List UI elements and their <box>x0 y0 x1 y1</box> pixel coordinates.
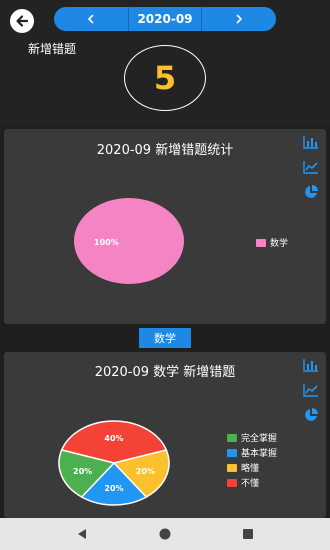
legend-item-mostly-mastered[interactable]: 基本掌握 <box>227 445 277 460</box>
back-arrow-icon <box>16 15 29 27</box>
system-navigation-bar <box>0 518 330 550</box>
legend-item-fully-mastered[interactable]: 完全掌握 <box>227 430 277 445</box>
subject-tab-math[interactable]: 数学 <box>139 328 191 348</box>
pie-data-label: 100% <box>94 238 119 247</box>
prev-month-button[interactable] <box>54 7 128 31</box>
pie-data-label: 20% <box>136 467 155 476</box>
new-mistakes-label: 新增错题 <box>28 42 77 56</box>
month-selector: 2020-09 <box>54 7 276 31</box>
legend-swatch <box>227 463 237 472</box>
pie-slice-math <box>74 198 184 284</box>
subject-pie-chart: 100% <box>74 198 184 284</box>
header: 2020-09 新增错题 5 <box>0 0 330 125</box>
stats-panel: 2020-09 新增错题统计 100% 数学 <box>4 129 326 324</box>
legend-label: 完全掌握 <box>241 434 278 444</box>
pie-data-label: 40% <box>104 434 123 443</box>
recents-square-icon[interactable] <box>241 527 255 541</box>
legend-item-slightly-understood[interactable]: 略懂 <box>227 460 277 475</box>
legend-swatch <box>227 478 237 487</box>
current-month[interactable]: 2020-09 <box>128 7 202 31</box>
count-value: 5 <box>153 59 177 97</box>
legend-label: 略懂 <box>241 464 260 474</box>
back-triangle-icon[interactable] <box>75 527 89 541</box>
pie-data-label: 20% <box>73 467 92 476</box>
mastery-legend: 完全掌握 基本掌握 略懂 不懂 <box>227 430 277 490</box>
next-month-button[interactable] <box>202 7 276 31</box>
home-circle-icon[interactable] <box>158 527 172 541</box>
pie-data-label: 20% <box>104 484 123 493</box>
legend-label: 不懂 <box>241 479 260 489</box>
legend-item-math[interactable]: 数学 <box>256 235 288 250</box>
mastery-pie-chart: 40% 20% 20% 20% <box>58 420 170 506</box>
back-button[interactable] <box>10 9 34 33</box>
legend-item-not-understood[interactable]: 不懂 <box>227 475 277 490</box>
legend-swatch <box>227 433 237 442</box>
stats-legend: 数学 <box>256 235 288 250</box>
legend-label: 数学 <box>270 239 289 249</box>
legend-label: 基本掌握 <box>241 449 278 459</box>
new-mistakes-count: 5 <box>124 45 206 111</box>
legend-swatch <box>256 238 266 247</box>
legend-swatch <box>227 448 237 457</box>
chevron-left-icon <box>87 14 94 24</box>
chevron-right-icon <box>236 14 243 24</box>
mastery-panel: 2020-09 数学 新增错题 40% 20% 20% 20% 完全掌握 基本掌… <box>4 352 326 518</box>
